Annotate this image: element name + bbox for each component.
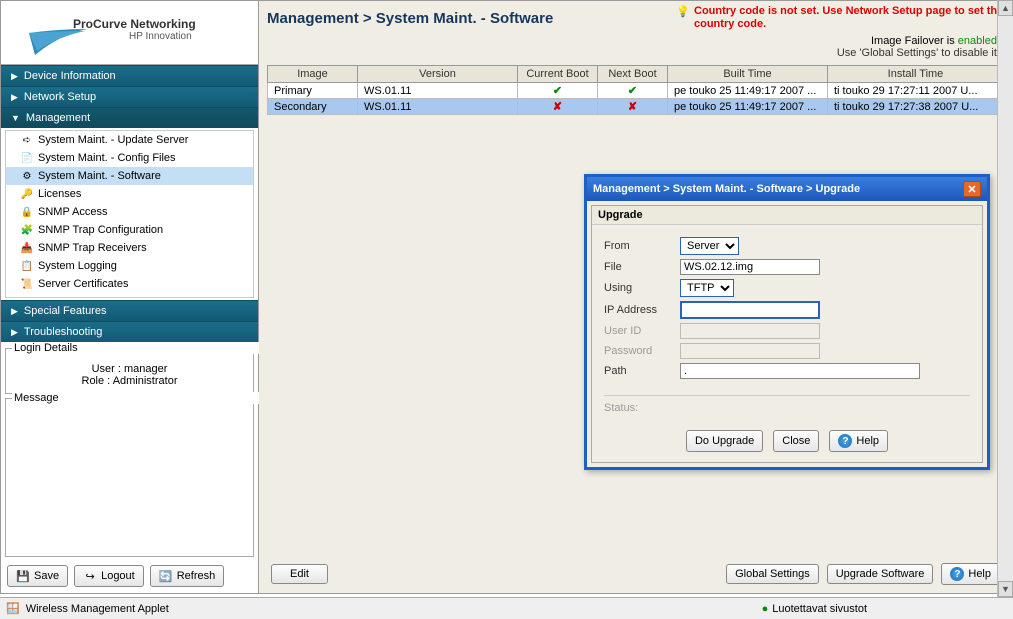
trusted-sites-label: Luotettavat sivustot bbox=[772, 603, 867, 615]
breadcrumb: Management > System Maint. - Software bbox=[267, 10, 676, 27]
x-icon: ✘ bbox=[518, 99, 598, 115]
upgrade-software-button[interactable]: Upgrade Software bbox=[827, 564, 934, 584]
brand-name: ProCurve Networking bbox=[73, 17, 196, 31]
status-label: Status: bbox=[604, 395, 970, 424]
path-input[interactable] bbox=[680, 363, 920, 379]
col-install: Install Time bbox=[828, 66, 1004, 83]
arrow-icon: ➪ bbox=[20, 133, 34, 147]
failover-status: Image Failover is enabled. bbox=[259, 33, 1012, 47]
file-input[interactable] bbox=[680, 259, 820, 275]
tree-item-snmp-trap-config[interactable]: 🧩SNMP Trap Configuration bbox=[6, 221, 253, 239]
refresh-button[interactable]: 🔄Refresh bbox=[150, 565, 225, 587]
trap-icon: 🧩 bbox=[20, 223, 34, 237]
key-icon: 🔑 bbox=[20, 187, 34, 201]
x-icon: ✘ bbox=[598, 99, 668, 115]
from-select[interactable]: Server bbox=[680, 237, 739, 255]
nav-troubleshooting[interactable]: ▶Troubleshooting bbox=[1, 321, 258, 342]
help-icon: ? bbox=[838, 434, 852, 448]
close-icon[interactable]: ✕ bbox=[963, 181, 981, 197]
software-table[interactable]: Image Version Current Boot Next Boot Bui… bbox=[267, 65, 1004, 115]
applet-label: Wireless Management Applet bbox=[26, 603, 169, 615]
col-next: Next Boot bbox=[598, 66, 668, 83]
nav-special-features[interactable]: ▶Special Features bbox=[1, 300, 258, 321]
edit-button[interactable]: Edit bbox=[271, 564, 328, 584]
path-label: Path bbox=[604, 365, 680, 377]
ip-label: IP Address bbox=[604, 304, 680, 316]
chevron-down-icon: ▼ bbox=[11, 113, 20, 123]
save-icon: 💾 bbox=[16, 569, 30, 583]
tree-item-config-files[interactable]: 📄System Maint. - Config Files bbox=[6, 149, 253, 167]
check-icon: ✔ bbox=[518, 83, 598, 99]
lightbulb-icon: 💡 bbox=[676, 5, 690, 18]
log-icon: 📋 bbox=[20, 259, 34, 273]
receiver-icon: 📥 bbox=[20, 241, 34, 255]
cert-icon: 📜 bbox=[20, 277, 34, 291]
table-row[interactable]: Primary WS.01.11 ✔ ✔ pe touko 25 11:49:1… bbox=[268, 83, 1004, 99]
country-code-warning: 💡 Country code is not set. Use Network S… bbox=[676, 5, 1004, 31]
logout-icon: ↪ bbox=[83, 569, 97, 583]
tree-item-system-logging[interactable]: 📋System Logging bbox=[6, 257, 253, 275]
trusted-icon: ● bbox=[762, 603, 769, 615]
dialog-section-legend: Upgrade bbox=[592, 206, 982, 225]
file-label: File bbox=[604, 261, 680, 273]
tree-item-server-certificates[interactable]: 📜Server Certificates bbox=[6, 275, 253, 293]
login-user: User : manager bbox=[14, 363, 245, 375]
nav-network-setup[interactable]: ▶Network Setup bbox=[1, 86, 258, 107]
chevron-right-icon: ▶ bbox=[11, 71, 18, 82]
applet-icon: 🪟 bbox=[6, 602, 20, 615]
scroll-down-icon[interactable]: ▼ bbox=[998, 581, 1013, 597]
refresh-icon: 🔄 bbox=[159, 569, 173, 583]
lock-icon: 🔒 bbox=[20, 205, 34, 219]
message-box: Message bbox=[5, 398, 254, 557]
chevron-right-icon: ▶ bbox=[11, 327, 18, 338]
login-role: Role : Administrator bbox=[14, 375, 245, 387]
scroll-up-icon[interactable]: ▲ bbox=[998, 0, 1013, 16]
nav-device-information[interactable]: ▶Device Information bbox=[1, 65, 258, 86]
save-button[interactable]: 💾Save bbox=[7, 565, 68, 587]
tree-item-snmp-access[interactable]: 🔒SNMP Access bbox=[6, 203, 253, 221]
userid-label: User ID bbox=[604, 325, 680, 337]
help-button[interactable]: ?Help bbox=[829, 430, 888, 452]
gear-icon: ⚙ bbox=[20, 169, 34, 183]
help-icon: ? bbox=[950, 567, 964, 581]
chevron-right-icon: ▶ bbox=[11, 92, 18, 103]
table-row[interactable]: Secondary WS.01.11 ✘ ✘ pe touko 25 11:49… bbox=[268, 99, 1004, 115]
tree-item-licenses[interactable]: 🔑Licenses bbox=[6, 185, 253, 203]
help-button-main[interactable]: ?Help bbox=[941, 563, 1000, 585]
logo-swoosh-icon bbox=[29, 29, 89, 57]
userid-input bbox=[680, 323, 820, 339]
brand-sub: HP Innovation bbox=[129, 31, 192, 42]
failover-hint: Use 'Global Settings' to disable it. bbox=[259, 47, 1012, 65]
check-icon: ✔ bbox=[598, 83, 668, 99]
page-icon: 📄 bbox=[20, 151, 34, 165]
tree-item-software[interactable]: ⚙System Maint. - Software bbox=[6, 167, 253, 185]
using-select[interactable]: TFTP bbox=[680, 279, 734, 297]
nav-management[interactable]: ▼Management bbox=[1, 107, 258, 128]
logo: ProCurve Networking HP Innovation bbox=[1, 1, 258, 65]
password-input bbox=[680, 343, 820, 359]
col-current: Current Boot bbox=[518, 66, 598, 83]
tree-item-snmp-trap-receivers[interactable]: 📥SNMP Trap Receivers bbox=[6, 239, 253, 257]
vertical-scrollbar[interactable]: ▲ ▼ bbox=[997, 0, 1013, 597]
login-legend: Login Details bbox=[12, 342, 259, 354]
ip-address-input[interactable] bbox=[680, 301, 820, 319]
dialog-title: Management > System Maint. - Software > … bbox=[593, 183, 963, 195]
upgrade-dialog: Management > System Maint. - Software > … bbox=[584, 174, 990, 470]
password-label: Password bbox=[604, 345, 680, 357]
logout-button[interactable]: ↪Logout bbox=[74, 565, 144, 587]
close-button[interactable]: Close bbox=[773, 430, 819, 452]
tree-item-update-server[interactable]: ➪System Maint. - Update Server bbox=[6, 131, 253, 149]
using-label: Using bbox=[604, 282, 680, 294]
col-version: Version bbox=[358, 66, 518, 83]
col-built: Built Time bbox=[668, 66, 828, 83]
management-tree[interactable]: ➪System Maint. - Update Server 📄System M… bbox=[5, 130, 254, 298]
from-label: From bbox=[604, 240, 680, 252]
global-settings-button[interactable]: Global Settings bbox=[726, 564, 819, 584]
message-legend: Message bbox=[12, 392, 259, 404]
login-details-box: Login Details User : manager Role : Admi… bbox=[5, 348, 254, 394]
col-image: Image bbox=[268, 66, 358, 83]
chevron-right-icon: ▶ bbox=[11, 306, 18, 317]
do-upgrade-button[interactable]: Do Upgrade bbox=[686, 430, 763, 452]
